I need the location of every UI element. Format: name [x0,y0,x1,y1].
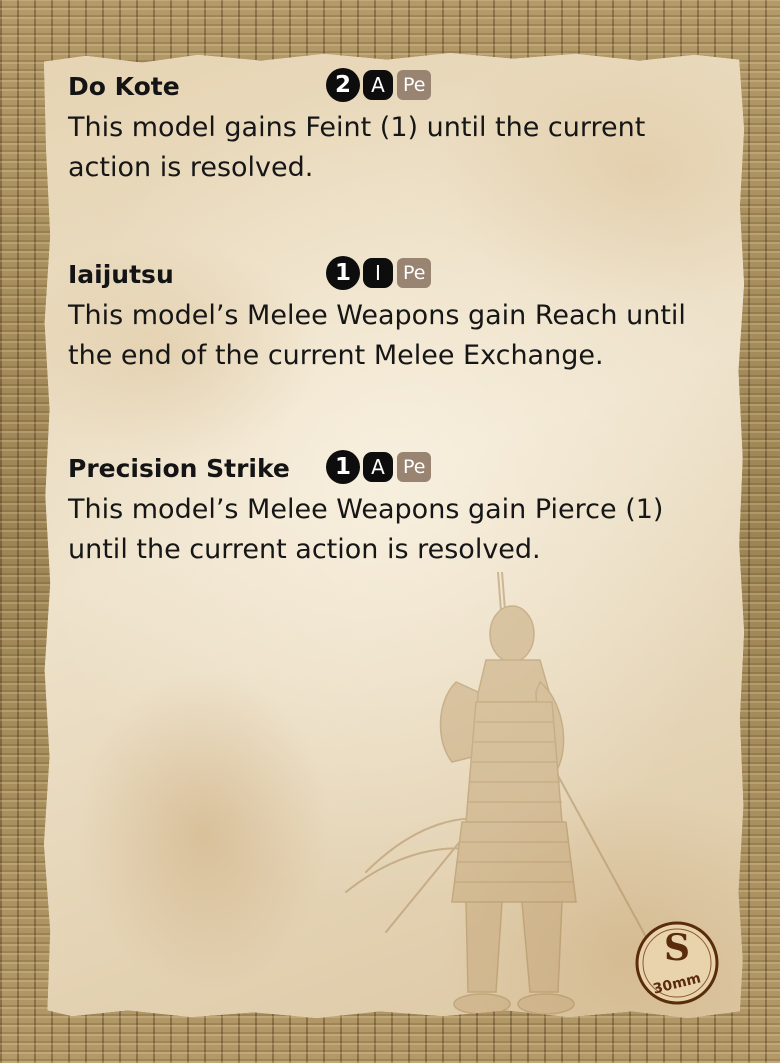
action-point-cost-icon: 1 [326,450,360,484]
ability-header: Iaijutsu 1 I Pe [68,254,728,292]
action-point-cost-icon: 2 [326,68,360,102]
ability-description: This model’s Melee Weapons gain Pierce (… [68,494,664,565]
action-point-cost-icon: 1 [326,256,360,290]
ability-name: Do Kote [68,72,180,101]
ability-cost: 1 I Pe [326,256,432,290]
base-size-letter: S [664,927,690,969]
action-type-icon: I [363,258,393,288]
action-type-icon: A [363,70,393,100]
ability-description: This model’s Melee Weapons gain Reach un… [68,300,686,371]
ability-description: This model gains Feint (1) until the cur… [68,112,646,183]
base-size-badge: S 30mm [634,920,720,1006]
ability-name: Iaijutsu [68,260,174,289]
samurai-illustration [345,572,677,1015]
ability-tag-badge: Pe [397,70,432,100]
ability-name: Precision Strike [68,454,290,483]
ability-cost: 1 A Pe [326,450,432,484]
ability-card: Do Kote 2 A Pe This model gains Feint (1… [44,52,744,1018]
action-type-icon: A [363,452,393,482]
ability-cost: 2 A Pe [326,68,432,102]
ability-header: Precision Strike 1 A Pe [68,448,728,486]
ability-do-kote: Do Kote 2 A Pe This model gains Feint (1… [68,66,728,188]
ability-iaijutsu: Iaijutsu 1 I Pe This model’s Melee Weapo… [68,254,728,376]
ability-tag-badge: Pe [397,452,432,482]
ability-header: Do Kote 2 A Pe [68,66,728,104]
ability-tag-badge: Pe [397,258,432,288]
ability-precision-strike: Precision Strike 1 A Pe This model’s Mel… [68,448,728,570]
